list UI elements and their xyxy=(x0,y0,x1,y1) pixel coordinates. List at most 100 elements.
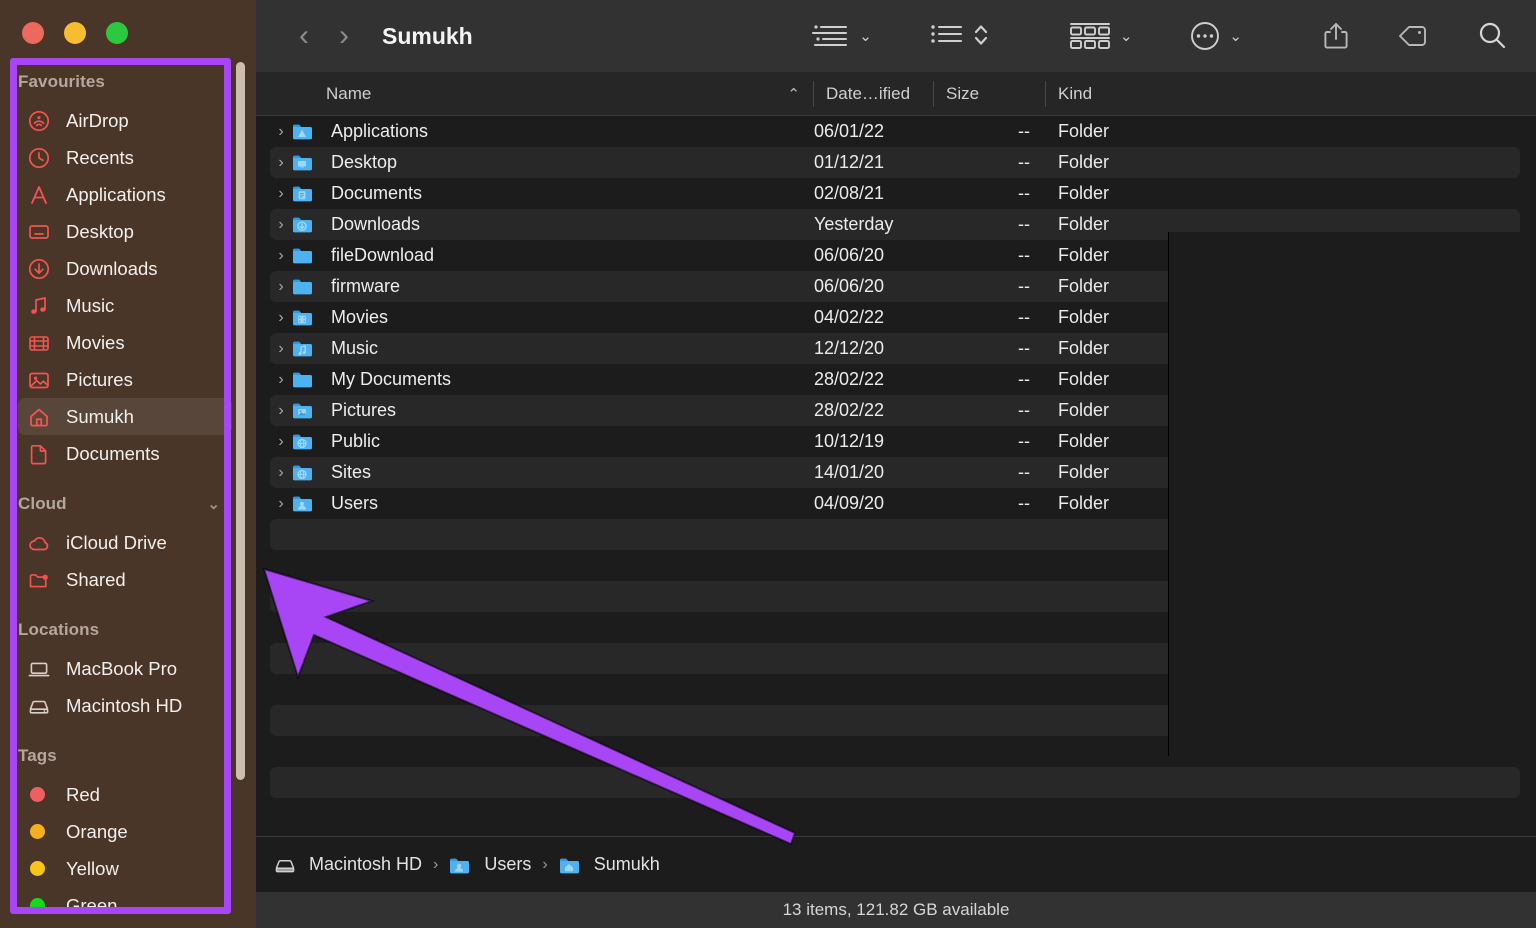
disclosure-triangle-icon[interactable]: › xyxy=(270,309,292,327)
sidebar-scroll-area[interactable]: FavouritesAirDropRecentsApplicationsDesk… xyxy=(0,58,256,928)
movies-icon xyxy=(28,332,54,354)
disclosure-triangle-icon[interactable]: › xyxy=(270,247,292,265)
table-row[interactable]: ›Documents02/08/21--Folder xyxy=(256,178,1536,209)
zoom-button[interactable] xyxy=(106,22,128,44)
disclosure-triangle-icon[interactable]: › xyxy=(270,278,292,296)
tag-icon xyxy=(1396,21,1430,51)
close-button[interactable] xyxy=(22,22,44,44)
file-name: Documents xyxy=(331,183,422,204)
file-date: 06/06/20 xyxy=(814,276,934,297)
minimize-button[interactable] xyxy=(64,22,86,44)
folder-desktop-icon xyxy=(292,151,320,175)
more-actions-button[interactable]: ⌄ xyxy=(1190,21,1242,51)
file-size: -- xyxy=(934,307,1046,328)
disclosure-triangle-icon[interactable]: › xyxy=(270,216,292,234)
sidebar-item-pictures[interactable]: Pictures xyxy=(18,361,232,398)
folder-icon xyxy=(292,368,320,392)
forward-button[interactable]: › xyxy=(324,21,364,51)
column-headers: Name ⌃ Date…ified Size Kind xyxy=(256,72,1536,116)
folder-icon xyxy=(292,244,320,268)
sidebar-item-icloud-drive[interactable]: iCloud Drive xyxy=(18,524,232,561)
sidebar-item-sumukh[interactable]: Sumukh xyxy=(18,398,232,435)
file-size: -- xyxy=(934,214,1046,235)
table-row[interactable]: ›Applications06/01/22--Folder xyxy=(256,116,1536,147)
sidebar-item-shared[interactable]: Shared xyxy=(18,561,232,598)
sidebar-item-music[interactable]: Music xyxy=(18,287,232,324)
sidebar-scrollbar-thumb[interactable] xyxy=(236,62,245,780)
file-size: -- xyxy=(934,493,1046,514)
sidebar-item-downloads[interactable]: Downloads xyxy=(18,250,232,287)
sidebar-item-green[interactable]: Green xyxy=(18,887,232,924)
sidebar-item-label: Macintosh HD xyxy=(66,695,182,717)
file-name: Downloads xyxy=(331,214,420,235)
search-button[interactable] xyxy=(1476,20,1508,52)
tags-button[interactable] xyxy=(1396,21,1430,51)
sidebar-group-header-locations: Locations xyxy=(18,620,256,650)
path-bar[interactable]: Macintosh HD›Users›Sumukh xyxy=(256,836,1536,892)
sidebar-item-macintosh-hd[interactable]: Macintosh HD xyxy=(18,687,232,724)
tag-dot xyxy=(28,858,54,880)
folder-downloads-icon xyxy=(292,213,320,237)
main-area: ‹ › Sumukh ⌄ xyxy=(256,0,1536,928)
file-kind: Folder xyxy=(1046,400,1166,421)
view-options-button[interactable]: ⌄ xyxy=(812,23,872,49)
sidebar-item-desktop[interactable]: Desktop xyxy=(18,213,232,250)
breadcrumb-item-users[interactable]: Users xyxy=(449,854,531,876)
sidebar-item-documents[interactable]: Documents xyxy=(18,435,232,472)
sidebar-item-applications[interactable]: Applications xyxy=(18,176,232,213)
sidebar-item-label: Recents xyxy=(66,147,134,169)
gallery-view-icon xyxy=(1069,22,1111,50)
disclosure-triangle-icon[interactable]: › xyxy=(270,402,292,420)
disclosure-triangle-icon[interactable]: › xyxy=(270,123,292,141)
group-sort-button[interactable] xyxy=(930,23,989,49)
column-header-date[interactable]: Date…ified xyxy=(814,72,934,116)
sidebar-item-red[interactable]: Red xyxy=(18,776,232,813)
desktop-icon xyxy=(28,221,54,243)
breadcrumb-item-sumukh[interactable]: Sumukh xyxy=(559,854,660,876)
sidebar-item-yellow[interactable]: Yellow xyxy=(18,850,232,887)
file-name: My Documents xyxy=(331,369,451,390)
disclosure-triangle-icon[interactable]: › xyxy=(270,495,292,513)
breadcrumb-item-macintosh-hd[interactable]: Macintosh HD xyxy=(274,854,422,876)
share-icon xyxy=(1322,21,1350,51)
file-size: -- xyxy=(934,121,1046,142)
file-date: 14/01/20 xyxy=(814,462,934,483)
file-date: 04/02/22 xyxy=(814,307,934,328)
column-header-name[interactable]: Name ⌃ xyxy=(256,72,814,116)
back-button[interactable]: ‹ xyxy=(284,21,324,51)
file-kind: Folder xyxy=(1046,462,1166,483)
sidebar-item-orange[interactable]: Orange xyxy=(18,813,232,850)
file-date: 06/01/22 xyxy=(814,121,934,142)
disclosure-triangle-icon[interactable]: › xyxy=(270,371,292,389)
breadcrumb-separator: › xyxy=(433,856,438,874)
table-row[interactable]: ›Desktop01/12/21--Folder xyxy=(270,147,1520,178)
file-size: -- xyxy=(934,245,1046,266)
column-header-kind[interactable]: Kind xyxy=(1046,72,1166,116)
disclosure-triangle-icon[interactable]: › xyxy=(270,340,292,358)
disclosure-triangle-icon[interactable]: › xyxy=(270,154,292,172)
chevron-down-icon[interactable]: ⌄ xyxy=(207,497,220,512)
gallery-view-button[interactable]: ⌄ xyxy=(1069,22,1133,50)
chevron-down-icon: ⌄ xyxy=(1229,27,1242,45)
sort-ascending-icon: ⌃ xyxy=(787,85,800,103)
file-kind: Folder xyxy=(1046,369,1166,390)
sidebar-item-macbook-pro[interactable]: MacBook Pro xyxy=(18,650,232,687)
column-label-kind: Kind xyxy=(1058,84,1092,104)
column-header-size[interactable]: Size xyxy=(934,72,1046,116)
sidebar-item-movies[interactable]: Movies xyxy=(18,324,232,361)
share-button[interactable] xyxy=(1322,21,1350,51)
file-name: fileDownload xyxy=(331,245,434,266)
file-name: Sites xyxy=(331,462,371,483)
sidebar-group-label: Tags xyxy=(18,746,57,766)
disclosure-triangle-icon[interactable]: › xyxy=(270,464,292,482)
sidebar-item-recents[interactable]: Recents xyxy=(18,139,232,176)
column-label-size: Size xyxy=(946,84,979,104)
disclosure-triangle-icon[interactable]: › xyxy=(270,433,292,451)
preview-pane xyxy=(1168,232,1536,756)
disclosure-triangle-icon[interactable]: › xyxy=(270,185,292,203)
breadcrumb-label: Macintosh HD xyxy=(309,854,422,875)
status-bar: 13 items, 121.82 GB available xyxy=(256,892,1536,928)
sidebar-item-label: iCloud Drive xyxy=(66,532,167,554)
finder-window: FavouritesAirDropRecentsApplicationsDesk… xyxy=(0,0,1536,928)
sidebar-item-airdrop[interactable]: AirDrop xyxy=(18,102,232,139)
